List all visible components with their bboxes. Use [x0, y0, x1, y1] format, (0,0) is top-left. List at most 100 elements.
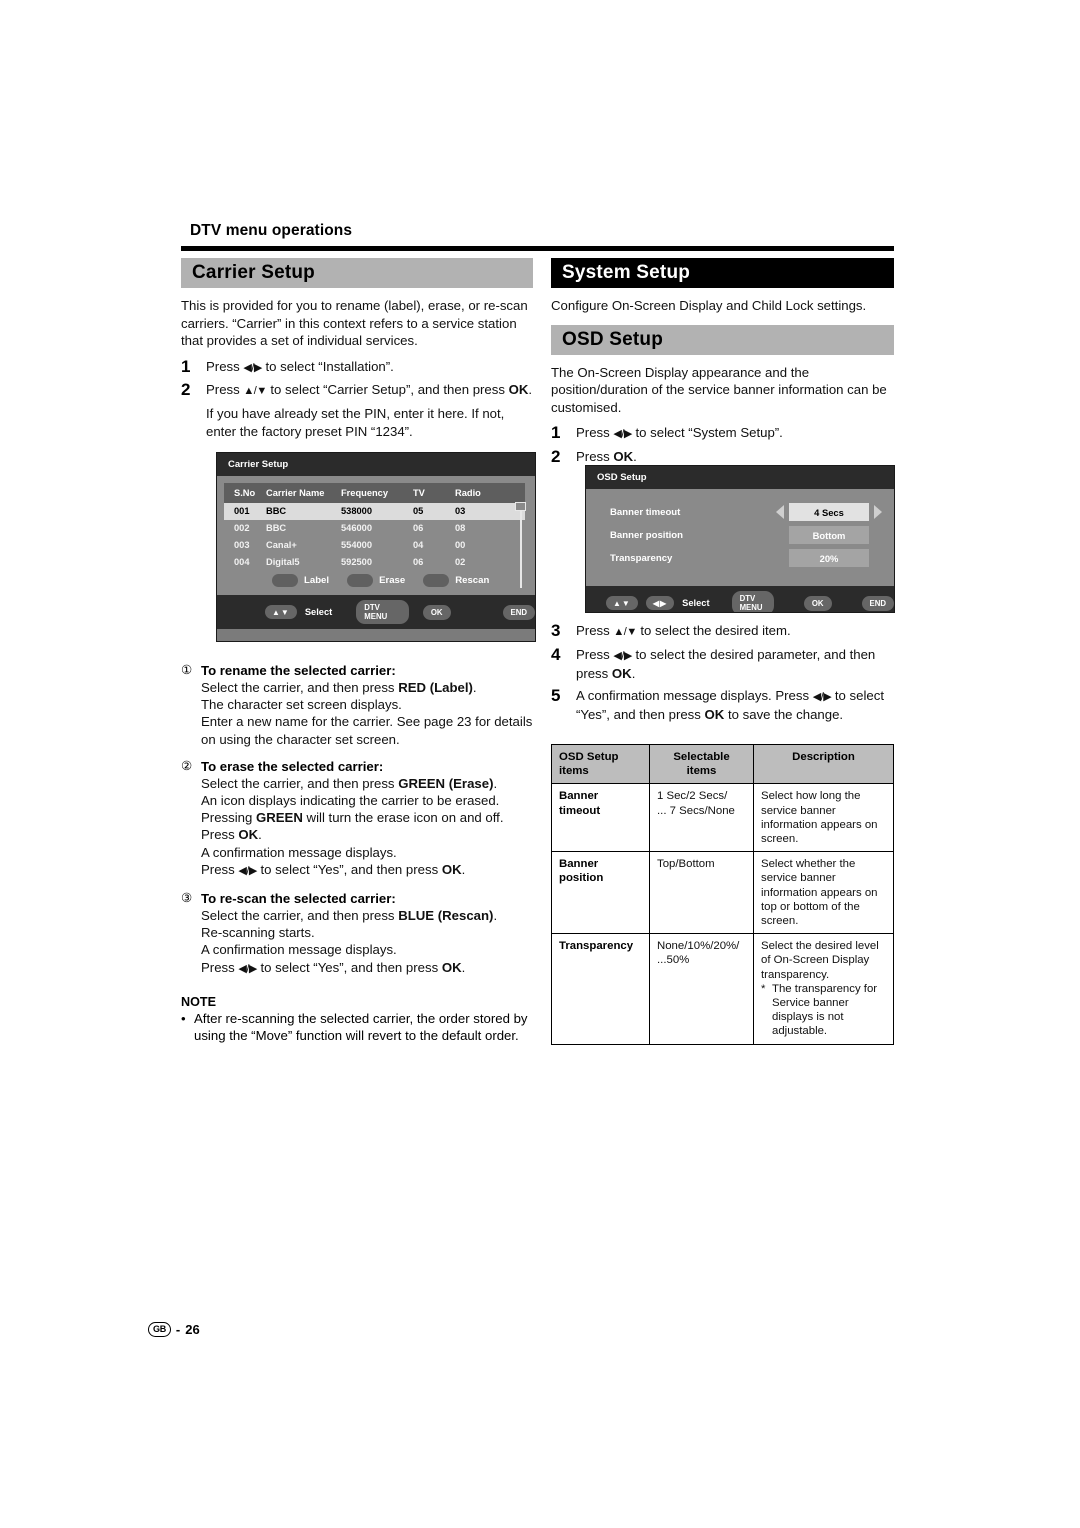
- color-button-erase[interactable]: Erase: [347, 574, 405, 588]
- cell-radio: 03: [455, 506, 466, 517]
- col-header-osd-items: OSD Setup items: [551, 743, 650, 785]
- arrow-glyph-leftright: ◀/▶: [613, 428, 632, 441]
- osd-body: Banner timeout 4 Secs Banner position Bo…: [586, 489, 894, 586]
- step-number: 1: [551, 423, 561, 443]
- osd-settings-list: Banner timeout 4 Secs Banner position Bo…: [586, 489, 894, 567]
- cell-freq: 592500: [341, 556, 373, 567]
- osd-setting-transparency[interactable]: Transparency 20%: [586, 549, 894, 567]
- dtv-menu-key[interactable]: DTV MENU: [731, 591, 774, 612]
- updown-arrow-icon[interactable]: ▲▼: [606, 596, 638, 610]
- step-text: Press ▲/▼ to select “Carrier Setup”, and…: [206, 381, 532, 401]
- setting-label: Banner timeout: [610, 506, 681, 518]
- action-heading: ② To erase the selected carrier:: [181, 758, 533, 775]
- color-button-rescan[interactable]: Rescan: [423, 574, 490, 588]
- cell-description: Select the desired level of On-Screen Di…: [753, 933, 894, 1045]
- cell-radio: 08: [455, 523, 466, 534]
- cell-sno: 004: [234, 556, 250, 567]
- cell-freq: 546000: [341, 523, 373, 534]
- carrier-table-header: S.No Carrier Name Frequency TV Radio: [224, 483, 525, 503]
- carrier-setup-osd-screenshot: Carrier Setup S.No Carrier Name Frequenc…: [216, 452, 536, 642]
- cell-freq: 538000: [341, 506, 373, 517]
- right-column: System Setup Configure On-Screen Display…: [551, 258, 894, 470]
- leftright-arrow-icon[interactable]: ◀▶: [645, 596, 675, 610]
- cell-selectable: None/10%/20%/...50%: [649, 933, 754, 1045]
- setting-value[interactable]: 20%: [789, 549, 869, 567]
- cell-sno: 002: [234, 523, 250, 534]
- setting-label: Transparency: [610, 552, 673, 564]
- col-header-tv: TV: [413, 488, 425, 498]
- step-text-post: to select “Carrier Setup”, and then pres…: [266, 382, 533, 398]
- osd-setup-steps-bottom: 3 Press ▲/▼ to select the desired item. …: [551, 622, 894, 728]
- table-row[interactable]: 004 Digital5 592500 06 02: [224, 553, 525, 570]
- setting-value[interactable]: 4 Secs: [789, 503, 869, 521]
- col-header-selectable-items: Selectable items: [649, 743, 754, 785]
- step-number: 1: [181, 356, 191, 376]
- setting-value[interactable]: Bottom: [789, 526, 869, 544]
- table-row: Banner timeout 1 Sec/2 Secs/... 7 Secs/N…: [551, 783, 894, 853]
- ok-key[interactable]: OK: [422, 604, 451, 620]
- color-button-text: Rescan: [455, 575, 490, 587]
- cell-tv: 05: [413, 506, 424, 517]
- footer-select-label: Select: [304, 607, 333, 618]
- left-arrow-icon[interactable]: [776, 505, 784, 519]
- cell-item: Banner timeout: [551, 783, 650, 853]
- end-key[interactable]: END: [502, 604, 535, 620]
- cell-name: BBC: [266, 506, 287, 517]
- arrow-glyph-leftright: ◀/▶: [238, 864, 257, 877]
- table-row[interactable]: 002 BBC 546000 06 08: [224, 520, 525, 537]
- page-number: 26: [185, 1322, 200, 1337]
- header-rule: [181, 246, 894, 251]
- setting-value-wrap: 4 Secs: [776, 503, 882, 521]
- arrow-glyph-updown: ▲/▼: [613, 626, 637, 638]
- arrow-glyph-updown: ▲/▼: [243, 385, 267, 398]
- cell-freq: 554000: [341, 539, 373, 550]
- osd-setting-banner-timeout[interactable]: Banner timeout 4 Secs: [586, 503, 894, 521]
- footer-select-label: Select: [682, 598, 710, 608]
- table-row[interactable]: 003 Canal+ 554000 04 00: [224, 537, 525, 554]
- dtv-menu-key[interactable]: DTV MENU: [356, 600, 409, 625]
- right-arrow-icon[interactable]: [874, 505, 882, 519]
- note-text: After re-scanning the selected carrier, …: [194, 1010, 528, 1044]
- setting-value-wrap: Bottom: [776, 526, 882, 544]
- cell-tv: 06: [413, 556, 424, 567]
- osd-setting-banner-position[interactable]: Banner position Bottom: [586, 526, 894, 544]
- osd-title: Carrier Setup: [217, 453, 535, 476]
- scrollbar-track: [520, 511, 522, 588]
- scrollbar-thumb[interactable]: [515, 502, 526, 511]
- setting-label: Banner position: [610, 529, 684, 541]
- page-section-title: DTV menu operations: [190, 222, 353, 239]
- blue-button-icon: [423, 574, 450, 588]
- col-header-freq: Frequency: [341, 488, 389, 498]
- action-title: To erase the selected carrier:: [201, 758, 384, 774]
- action-body: Select the carrier, and then press GREEN…: [201, 775, 504, 877]
- green-button-icon: [347, 574, 374, 588]
- ok-key[interactable]: OK: [803, 595, 832, 611]
- cell-tv: 04: [413, 539, 424, 550]
- cell-selectable: Top/Bottom: [649, 851, 754, 935]
- footnote-text: The transparency for Service banner disp…: [772, 982, 878, 1038]
- carrier-actions-list: ① To rename the selected carrier: Select…: [181, 652, 533, 1045]
- action-title: To rename the selected carrier:: [201, 663, 396, 678]
- osd-setup-intro: The On-Screen Display appearance and the…: [551, 364, 887, 415]
- cell-name: BBC: [266, 523, 287, 534]
- color-button-label[interactable]: Label: [272, 574, 329, 588]
- osd-setup-screenshot: OSD Setup Banner timeout 4 Secs Banner p…: [585, 465, 895, 613]
- action-title: To re-scan the selected carrier:: [201, 891, 396, 907]
- scrollbar[interactable]: [515, 502, 526, 588]
- step-number: 4: [551, 644, 561, 664]
- carrier-table-wrap: S.No Carrier Name Frequency TV Radio 001…: [217, 476, 535, 588]
- region-badge: GB: [148, 1322, 171, 1337]
- description-text: Select the desired level of On-Screen Di…: [761, 940, 879, 981]
- action-heading: ③ To re-scan the selected carrier:: [181, 890, 533, 907]
- updown-arrow-icon[interactable]: ▲▼: [265, 605, 297, 620]
- table-row[interactable]: 001 BBC 538000 05 03: [224, 503, 525, 520]
- step-text: Press OK.: [576, 448, 637, 464]
- end-key[interactable]: END: [861, 595, 894, 611]
- carrier-setup-steps: 1 Press ◀/▶ to select “Installation”. 2 …: [181, 358, 533, 440]
- cell-name: Digital5: [266, 556, 300, 567]
- step-number: 5: [551, 685, 561, 705]
- page-footer: GB - 26: [148, 1322, 200, 1337]
- action-body: Select the carrier, and then press RED (…: [201, 680, 533, 747]
- cell-description: Select how long the service banner infor…: [753, 783, 894, 853]
- table-header-row: OSD Setup items Selectable items Descrip…: [551, 743, 894, 785]
